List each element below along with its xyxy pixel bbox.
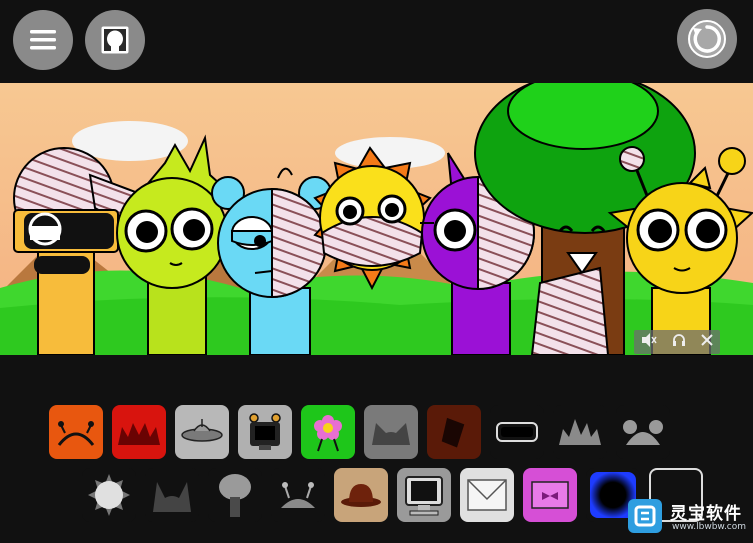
palette-tile-gray-tree[interactable] <box>208 468 262 522</box>
reset-button[interactable] <box>677 9 737 69</box>
watermark-logo-icon <box>628 499 662 533</box>
top-bar <box>0 0 753 82</box>
palette-tile-gray-monitor[interactable] <box>397 468 451 522</box>
palette-tile-green-flower[interactable] <box>301 405 355 459</box>
palette-tile-gray-bear-ears[interactable] <box>616 405 670 459</box>
watermark-name: 灵宝软件 <box>670 504 742 524</box>
palette-tile-tan-hat[interactable] <box>334 468 388 522</box>
close-icon[interactable] <box>700 334 713 350</box>
circular-reset-icon <box>688 20 726 58</box>
character-portrait-icon <box>101 26 129 54</box>
palette-tile-black-visor[interactable] <box>490 405 544 459</box>
palette-tile-gray-robot[interactable] <box>238 405 292 459</box>
palette-tile-dark-horns[interactable] <box>145 468 199 522</box>
media-controls <box>634 330 720 354</box>
palette-tile-gray-antenna[interactable] <box>271 468 325 522</box>
watermark-url: www.lbwbw.com <box>672 522 747 532</box>
palette-tile-red-spike[interactable] <box>112 405 166 459</box>
watermark: 灵宝软件 www.lbwbw.com <box>628 497 750 537</box>
game-stage <box>0 83 753 355</box>
portrait-button[interactable] <box>85 10 145 70</box>
mute-icon[interactable] <box>641 333 657 351</box>
palette-tile-brown-bucket[interactable] <box>427 405 481 459</box>
palette-tile-white-sun[interactable] <box>82 468 136 522</box>
headphones-icon[interactable] <box>672 333 686 351</box>
palette-tile-gray-cat-ears[interactable] <box>364 405 418 459</box>
palette-tile-pink-bow[interactable] <box>523 468 577 522</box>
hamburger-menu-icon <box>30 30 56 50</box>
palette-tile-orange-antenna[interactable] <box>49 405 103 459</box>
palette-tile-white-envelope[interactable] <box>460 468 514 522</box>
palette-tile-gray-ufo[interactable] <box>175 405 229 459</box>
palette-tile-gray-crown[interactable] <box>553 405 607 459</box>
cloud <box>335 137 445 169</box>
menu-button[interactable] <box>13 10 73 70</box>
